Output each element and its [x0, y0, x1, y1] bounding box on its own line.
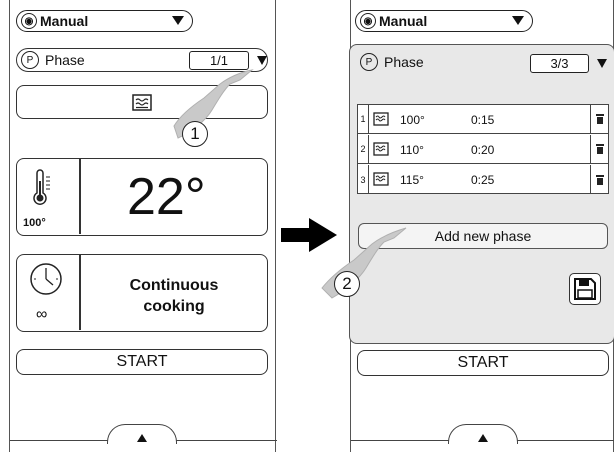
step-number: 1: [358, 105, 369, 133]
temperature-panel[interactable]: 100° 22°: [16, 158, 268, 236]
phase-label: Phase: [384, 54, 424, 70]
phase-p-icon: P: [360, 53, 378, 71]
callout-badge: 1: [182, 121, 208, 147]
pointing-hand-icon: [321, 227, 407, 299]
mode-selector[interactable]: ◉ Manual: [16, 10, 193, 32]
temperature-value: 22°: [127, 168, 206, 226]
delete-step-button[interactable]: [590, 105, 608, 133]
chevron-up-icon[interactable]: [137, 434, 147, 442]
trash-icon: [595, 144, 604, 154]
cooking-mode-panel[interactable]: ∞ Continuous cooking: [16, 254, 268, 332]
floppy-save-icon: [574, 278, 596, 300]
duration-symbol: ∞: [36, 306, 48, 323]
table-row[interactable]: 1 100° 0:15: [358, 105, 608, 134]
step-temperature: 110°: [400, 143, 424, 157]
phase-p-icon: P: [21, 51, 39, 69]
power-mode-icon: ◉: [360, 13, 376, 29]
phase-steps-table: 1 100° 0:15 2 110° 0:20 3 115° 0:25: [357, 104, 609, 194]
mode-label: Manual: [379, 13, 428, 29]
power-mode-icon: ◉: [21, 13, 37, 29]
mode-selector[interactable]: ◉ Manual: [355, 10, 533, 32]
step-time: 0:20: [471, 143, 495, 157]
step-number: 3: [358, 165, 369, 194]
divider: [79, 159, 81, 234]
clock-icon: [30, 263, 62, 295]
trash-icon: [595, 174, 604, 185]
cooking-mode-line1: Continuous: [129, 277, 219, 294]
delete-step-button[interactable]: [590, 165, 608, 194]
chevron-down-icon: [172, 16, 184, 25]
chevron-up-icon[interactable]: [478, 434, 488, 442]
thermometer-icon: [33, 169, 50, 205]
chevron-down-icon: [512, 16, 524, 25]
phase-count: 3/3: [530, 54, 589, 73]
table-row[interactable]: 2 110° 0:20: [358, 135, 608, 164]
cooking-mode-line2: cooking: [143, 298, 205, 315]
steam-icon: [373, 142, 389, 156]
save-button[interactable]: [569, 273, 601, 305]
steam-icon: [373, 172, 389, 186]
table-row[interactable]: 3 115° 0:25: [358, 165, 608, 194]
step-temperature: 115°: [400, 173, 424, 187]
callout-badge: 2: [334, 271, 360, 297]
temperature-setpoint: 100°: [23, 217, 46, 229]
steam-icon: [132, 94, 152, 111]
chevron-down-icon[interactable]: [597, 59, 607, 68]
start-button[interactable]: START: [357, 350, 609, 376]
left-screen: ◉ Manual P Phase 1/1 100° 22° ∞ Continuo…: [9, 0, 277, 452]
steam-icon: [373, 112, 389, 126]
step-number: 2: [358, 135, 369, 163]
chevron-down-icon[interactable]: [257, 56, 267, 65]
step-time: 0:25: [471, 173, 495, 187]
trash-icon: [595, 114, 604, 124]
step-time: 0:15: [471, 113, 495, 127]
delete-step-button[interactable]: [590, 135, 608, 163]
phase-label: Phase: [45, 52, 85, 68]
start-button[interactable]: START: [16, 349, 268, 375]
step-temperature: 100°: [400, 113, 425, 127]
mode-label: Manual: [40, 13, 89, 29]
